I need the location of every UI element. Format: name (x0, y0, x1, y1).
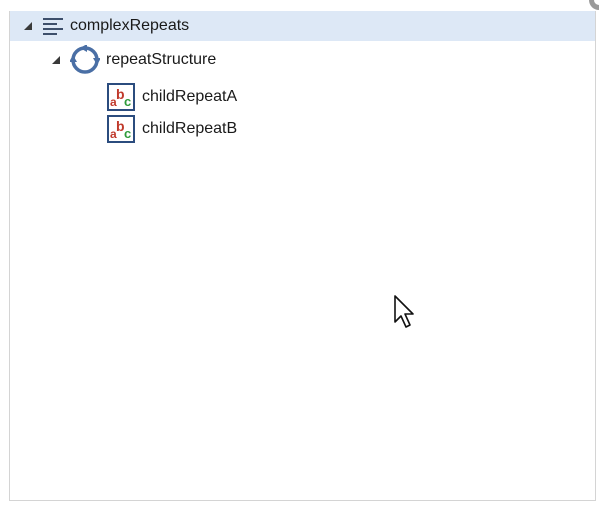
tree-node-label: complexRepeats (70, 17, 190, 34)
expanded-triangle-icon[interactable] (50, 54, 62, 66)
tree-node-label: repeatStructure (106, 51, 217, 68)
tree-node-repeatstructure[interactable]: repeatStructure (50, 45, 216, 75)
tree-node-complexrepeats[interactable]: complexRepeats (10, 11, 595, 41)
repeat-cycle-icon (70, 45, 100, 74)
expanded-triangle-icon[interactable] (22, 20, 34, 32)
svg-text:c: c (124, 126, 131, 141)
mouse-pointer-icon (394, 295, 414, 328)
svg-text:c: c (124, 94, 131, 109)
text-field-abc-icon: a b c (107, 115, 135, 143)
tree-node-childrepeata[interactable]: a b c childRepeatA (106, 82, 237, 112)
workspace: complexRepeats repeatStructure a b c chi… (0, 0, 599, 505)
tree-node-label: childRepeatB (142, 120, 238, 137)
tree-node-label: childRepeatA (142, 88, 238, 105)
tree-node-childrepeatb[interactable]: a b c childRepeatB (106, 114, 237, 144)
text-field-abc-icon: a b c (107, 83, 135, 111)
tree-view-panel[interactable] (9, 11, 596, 501)
document-lines-icon (43, 18, 63, 35)
